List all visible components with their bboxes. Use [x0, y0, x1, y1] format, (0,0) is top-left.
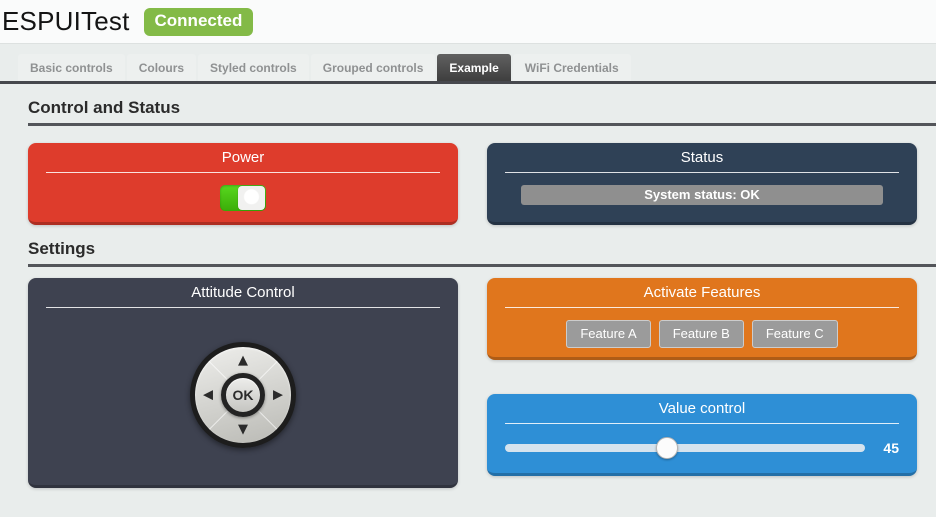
feature-c-button[interactable]: Feature C: [752, 320, 838, 348]
tab-styled-controls[interactable]: Styled controls: [198, 54, 309, 81]
settings-right-column: Activate Features Feature A Feature B Fe…: [487, 278, 917, 488]
power-panel-title: Power: [28, 143, 458, 166]
section-divider: [28, 264, 936, 267]
connection-status-badge: Connected: [144, 8, 254, 36]
value-control-panel: Value control 45: [487, 394, 917, 476]
activate-features-panel: Activate Features Feature A Feature B Fe…: [487, 278, 917, 360]
tab-grouped-controls[interactable]: Grouped controls: [311, 54, 436, 81]
tab-colours[interactable]: Colours: [127, 54, 196, 81]
value-slider-track[interactable]: [505, 444, 865, 452]
tab-wifi-credentials[interactable]: WiFi Credentials: [513, 54, 631, 81]
value-slider-knob[interactable]: [656, 437, 678, 459]
panel-divider: [505, 307, 899, 308]
power-switch-wrap: [28, 185, 458, 211]
settings-row: Attitude Control ▲ ▼ ◀ ▶ OK Activate Fea…: [28, 278, 917, 488]
attitude-control-panel: Attitude Control ▲ ▼ ◀ ▶ OK: [28, 278, 458, 488]
dpad-right-arrow-icon[interactable]: ▶: [273, 389, 283, 402]
value-panel-title: Value control: [487, 394, 917, 417]
status-panel: Status System status: OK: [487, 143, 917, 225]
section-heading-settings: Settings: [28, 239, 917, 259]
control-status-row: Power Status System status: OK: [28, 143, 917, 225]
section-heading-control-status: Control and Status: [28, 98, 917, 118]
app-header: ESPUITest Connected: [0, 0, 936, 44]
feature-b-button[interactable]: Feature B: [659, 320, 744, 348]
feature-buttons-row: Feature A Feature B Feature C: [487, 320, 917, 348]
dpad-left-arrow-icon[interactable]: ◀: [203, 389, 213, 402]
panel-divider: [505, 172, 899, 173]
tab-basic-controls[interactable]: Basic controls: [18, 54, 125, 81]
tab-example[interactable]: Example: [437, 54, 510, 81]
panel-divider: [46, 172, 440, 173]
tab-bar: Basic controls Colours Styled controls G…: [0, 44, 936, 84]
power-panel: Power: [28, 143, 458, 225]
dpad-down-arrow-icon[interactable]: ▼: [238, 423, 248, 436]
features-panel-title: Activate Features: [487, 278, 917, 301]
power-toggle-knob[interactable]: [238, 186, 265, 210]
dpad-wrap: ▲ ▼ ◀ ▶ OK: [28, 342, 458, 448]
value-slider-readout: 45: [877, 440, 899, 456]
system-status-label: System status: OK: [521, 185, 883, 205]
value-slider-row: 45: [505, 440, 899, 456]
panel-divider: [46, 307, 440, 308]
power-toggle-switch[interactable]: [220, 185, 266, 211]
dpad-up-arrow-icon[interactable]: ▲: [238, 354, 248, 367]
dpad-control[interactable]: ▲ ▼ ◀ ▶ OK: [190, 342, 296, 448]
dpad-ok-button[interactable]: OK: [221, 373, 265, 417]
attitude-panel-title: Attitude Control: [28, 278, 458, 301]
main-content: Control and Status Power Status System s…: [0, 98, 936, 488]
section-divider: [28, 123, 936, 126]
feature-a-button[interactable]: Feature A: [566, 320, 650, 348]
page-title: ESPUITest: [2, 6, 130, 37]
status-panel-title: Status: [487, 143, 917, 166]
panel-divider: [505, 423, 899, 424]
